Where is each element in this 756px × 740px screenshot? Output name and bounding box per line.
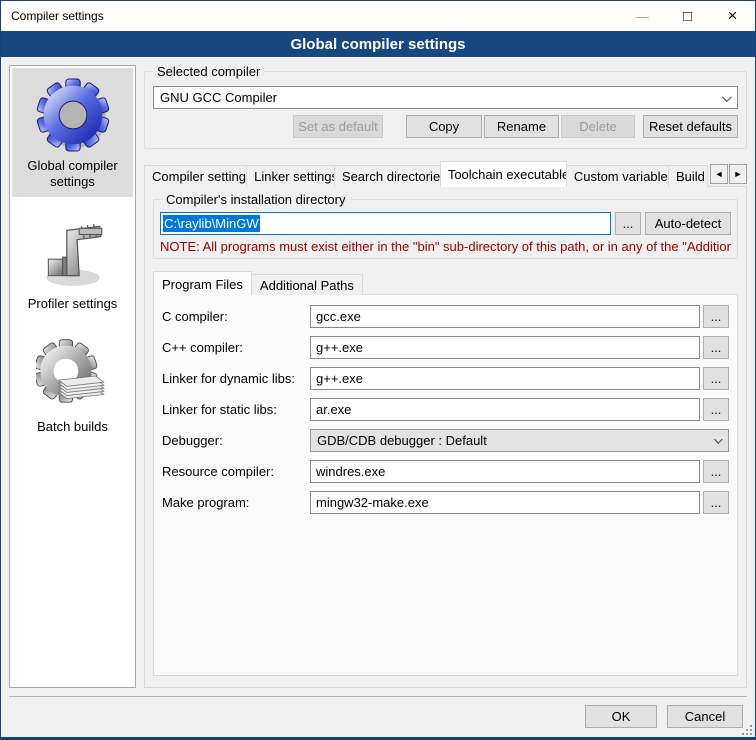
dialog-footer: OK Cancel bbox=[9, 696, 747, 737]
installation-directory-note: NOTE: All programs must exist either in … bbox=[160, 239, 731, 254]
tab-scroll-left-icon[interactable]: ◄ bbox=[710, 164, 728, 184]
tab-linker-settings[interactable]: Linker settings bbox=[246, 165, 335, 187]
linker-static-input[interactable] bbox=[310, 398, 700, 421]
compiler-buttons-row: Set as default Copy Rename Delete Reset … bbox=[153, 115, 738, 138]
make-program-input[interactable] bbox=[310, 491, 700, 514]
toolchain-executables-page: Compiler's installation directory C:\ray… bbox=[144, 186, 747, 688]
tab-additional-paths[interactable]: Additional Paths bbox=[251, 274, 363, 295]
cpp-compiler-label: C++ compiler: bbox=[162, 340, 310, 355]
tab-scroll-right-icon[interactable]: ► bbox=[729, 164, 747, 184]
tab-custom-variables[interactable]: Custom variables bbox=[566, 165, 669, 187]
installation-directory-group-label: Compiler's installation directory bbox=[162, 192, 350, 207]
linker-static-label: Linker for static libs: bbox=[162, 402, 310, 417]
linker-dynamic-label: Linker for dynamic libs: bbox=[162, 371, 310, 386]
delete-button[interactable]: Delete bbox=[561, 115, 635, 138]
auto-detect-button[interactable]: Auto-detect bbox=[645, 212, 731, 235]
installation-directory-row: C:\raylib\MinGW ... Auto-detect bbox=[160, 212, 731, 235]
cpp-compiler-input[interactable] bbox=[310, 336, 700, 359]
sidebar-item-label: Batch builds bbox=[37, 419, 108, 435]
sidebar-item-profiler-settings[interactable]: Profiler settings bbox=[12, 206, 133, 320]
tab-build-options[interactable]: Build bbox=[668, 165, 708, 187]
settings-content: Selected compiler GNU GCC Compiler Set a… bbox=[144, 65, 747, 688]
copy-button[interactable]: Copy bbox=[406, 115, 482, 138]
tab-toolchain-executables[interactable]: Toolchain executables bbox=[440, 161, 567, 187]
installation-directory-selected-text: C:\raylib\MinGW bbox=[163, 215, 260, 232]
compiler-settings-dialog: Compiler settings — □ × Global compiler … bbox=[0, 0, 756, 740]
page-title: Global compiler settings bbox=[1, 31, 755, 57]
make-program-label: Make program: bbox=[162, 495, 310, 510]
cpp-compiler-browse-button[interactable]: ... bbox=[703, 336, 729, 359]
reset-defaults-button[interactable]: Reset defaults bbox=[643, 115, 738, 138]
resource-compiler-label: Resource compiler: bbox=[162, 464, 310, 479]
c-compiler-browse-button[interactable]: ... bbox=[703, 305, 729, 328]
selected-compiler-group: Selected compiler GNU GCC Compiler Set a… bbox=[144, 71, 747, 149]
make-program-browse-button[interactable]: ... bbox=[703, 491, 729, 514]
compiler-select-value: GNU GCC Compiler bbox=[160, 90, 277, 105]
installation-directory-group: Compiler's installation directory C:\ray… bbox=[153, 199, 738, 259]
minimize-icon[interactable]: — bbox=[620, 2, 665, 31]
sidebar-item-label: Profiler settings bbox=[28, 296, 118, 312]
window-title: Compiler settings bbox=[1, 9, 620, 23]
ok-button[interactable]: OK bbox=[585, 705, 657, 728]
compiler-select[interactable]: GNU GCC Compiler bbox=[153, 86, 738, 109]
field-row-debugger: Debugger: GDB/CDB debugger : Default bbox=[162, 429, 729, 452]
program-files-page: C compiler: ... C++ compiler: ... bbox=[153, 294, 738, 676]
sidebar-item-global-compiler-settings[interactable]: Global compiler settings bbox=[12, 68, 133, 197]
browse-directory-button[interactable]: ... bbox=[615, 212, 641, 235]
caliper-icon bbox=[36, 216, 110, 290]
field-row-linker-static: Linker for static libs: ... bbox=[162, 398, 729, 421]
gray-gear-stack-icon bbox=[36, 339, 110, 413]
c-compiler-input[interactable] bbox=[310, 305, 700, 328]
debugger-label: Debugger: bbox=[162, 433, 310, 448]
settings-category-list: Global compiler settings Profi bbox=[9, 65, 136, 688]
program-files-notebook: Program Files Additional Paths C compile… bbox=[153, 271, 738, 676]
titlebar: Compiler settings — □ × bbox=[1, 1, 755, 31]
debugger-select-value: GDB/CDB debugger : Default bbox=[317, 433, 487, 448]
blue-gear-icon bbox=[36, 78, 110, 152]
debugger-select[interactable]: GDB/CDB debugger : Default bbox=[310, 429, 729, 452]
notebook-tabstrip: Program Files Additional Paths bbox=[153, 271, 738, 295]
settings-tabstrip: Compiler settings Linker settings Search… bbox=[144, 161, 747, 187]
tab-search-directories[interactable]: Search directories bbox=[334, 165, 441, 187]
c-compiler-label: C compiler: bbox=[162, 309, 310, 324]
field-row-cpp-compiler: C++ compiler: ... bbox=[162, 336, 729, 359]
tab-compiler-settings[interactable]: Compiler settings bbox=[144, 165, 247, 187]
dialog-body: Global compiler settings Profi bbox=[1, 57, 755, 688]
resize-grip-icon[interactable] bbox=[741, 724, 753, 736]
tab-program-files[interactable]: Program Files bbox=[153, 271, 252, 295]
resource-compiler-browse-button[interactable]: ... bbox=[703, 460, 729, 483]
linker-dynamic-browse-button[interactable]: ... bbox=[703, 367, 729, 390]
tab-scroll-buttons: ◄ ► bbox=[709, 164, 747, 184]
sidebar-item-batch-builds[interactable]: Batch builds bbox=[12, 329, 133, 443]
field-row-c-compiler: C compiler: ... bbox=[162, 305, 729, 328]
field-row-resource-compiler: Resource compiler: ... bbox=[162, 460, 729, 483]
rename-button[interactable]: Rename bbox=[484, 115, 559, 138]
field-row-linker-dynamic: Linker for dynamic libs: ... bbox=[162, 367, 729, 390]
chevron-down-icon bbox=[722, 92, 732, 102]
close-icon[interactable]: × bbox=[710, 2, 755, 31]
chevron-down-icon bbox=[714, 435, 722, 443]
selected-compiler-group-label: Selected compiler bbox=[153, 64, 264, 79]
installation-directory-input[interactable]: C:\raylib\MinGW bbox=[160, 212, 611, 235]
sidebar-item-label: Global compiler settings bbox=[14, 158, 131, 189]
linker-dynamic-input[interactable] bbox=[310, 367, 700, 390]
field-row-make-program: Make program: ... bbox=[162, 491, 729, 514]
resource-compiler-input[interactable] bbox=[310, 460, 700, 483]
linker-static-browse-button[interactable]: ... bbox=[703, 398, 729, 421]
cancel-button[interactable]: Cancel bbox=[667, 705, 743, 728]
set-as-default-button[interactable]: Set as default bbox=[293, 115, 383, 138]
maximize-icon[interactable]: □ bbox=[665, 2, 710, 31]
